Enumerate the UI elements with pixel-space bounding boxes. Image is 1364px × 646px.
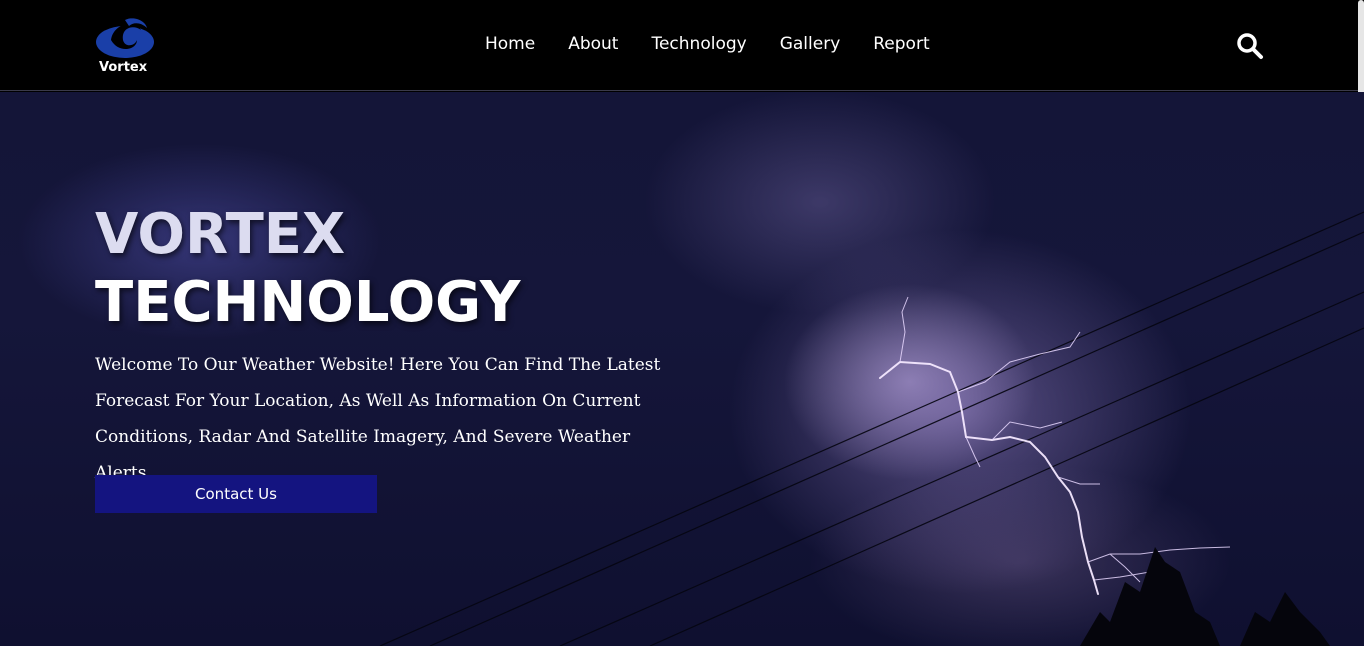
swirl-logo-icon (96, 18, 154, 58)
hero-section: VORTEX TECHNOLOGY Welcome To Our Weather… (0, 92, 1364, 646)
hero-description: Welcome To Our Weather Website! Here You… (95, 355, 661, 483)
vortex-logo[interactable]: Vortex (95, 14, 155, 78)
hero-title-line1: VORTEX (95, 202, 346, 267)
site-header: Vortex Home About Technology Gallery Rep… (0, 0, 1364, 98)
nav-report[interactable]: Report (873, 32, 929, 56)
contact-us-button[interactable]: Contact Us (95, 475, 377, 513)
logo-text: Vortex (99, 60, 148, 75)
search-icon[interactable] (1236, 32, 1264, 60)
nav-home[interactable]: Home (485, 32, 535, 56)
nav-technology[interactable]: Technology (651, 32, 746, 56)
main-nav: Home About Technology Gallery Report (473, 32, 963, 56)
page-scrollbar[interactable] (1358, 0, 1364, 98)
hero-title-line2: TECHNOLOGY (95, 270, 521, 335)
nav-gallery[interactable]: Gallery (780, 32, 841, 56)
nav-about[interactable]: About (568, 32, 618, 56)
